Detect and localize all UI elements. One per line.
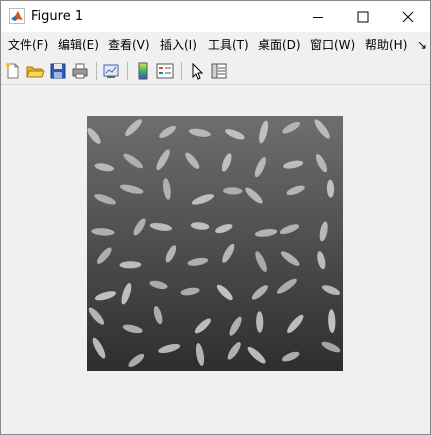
menu-file[interactable]: 文件(F) — [8, 37, 48, 53]
edit-plot-icon — [192, 62, 204, 80]
new-figure-icon — [6, 63, 19, 79]
edit-plot-button[interactable] — [187, 61, 207, 81]
save-button[interactable] — [48, 61, 68, 81]
toolbar-separator — [181, 62, 182, 80]
image-axes[interactable] — [87, 116, 343, 371]
link-plot-icon — [103, 64, 119, 78]
open-file-icon — [26, 66, 45, 78]
menu-window[interactable]: 窗口(W) — [310, 37, 355, 53]
maximize-button[interactable] — [340, 1, 386, 32]
print-icon — [72, 63, 88, 79]
save-icon — [50, 63, 66, 79]
property-inspector-icon — [211, 63, 227, 79]
open-file-button[interactable] — [25, 61, 45, 81]
toolbar-separator — [127, 62, 128, 80]
insert-legend-icon — [156, 63, 174, 79]
menu-view[interactable]: 查看(V) — [108, 37, 150, 53]
insert-colorbar-icon — [138, 62, 148, 80]
insert-legend-button[interactable] — [155, 61, 175, 81]
menu-desktop[interactable]: 桌面(D) — [258, 37, 301, 53]
menu-insert[interactable]: 插入(I) — [160, 37, 197, 53]
close-button[interactable] — [385, 1, 431, 32]
property-inspector-button[interactable] — [209, 61, 229, 81]
link-plot-button[interactable] — [101, 61, 121, 81]
toolbar-separator — [96, 62, 97, 80]
print-button[interactable] — [70, 61, 90, 81]
menu-overflow-icon[interactable]: ↘ — [417, 37, 427, 53]
toolbar — [1, 58, 430, 85]
menu-tools[interactable]: 工具(T) — [208, 37, 249, 53]
menu-edit[interactable]: 编辑(E) — [58, 37, 99, 53]
title-bar[interactable]: Figure 1 — [1, 1, 430, 32]
matlab-logo-icon — [9, 8, 25, 24]
insert-colorbar-button[interactable] — [133, 61, 153, 81]
close-icon — [402, 11, 414, 22]
menu-bar: 文件(F) 编辑(E) 查看(V) 插入(I) 工具(T) 桌面(D) 窗口(W… — [1, 34, 430, 56]
minimize-button[interactable] — [295, 1, 341, 32]
new-figure-button[interactable] — [3, 61, 23, 81]
menu-help[interactable]: 帮助(H) — [365, 37, 407, 53]
figure-window: Figure 1 文件(F) 编辑(E) 查看(V) 插入(I) 工具(T) 桌… — [0, 0, 431, 435]
rice-grains-image — [87, 116, 343, 371]
window-title: Figure 1 — [31, 9, 84, 24]
maximize-icon — [357, 11, 369, 22]
minimize-icon — [313, 16, 323, 18]
